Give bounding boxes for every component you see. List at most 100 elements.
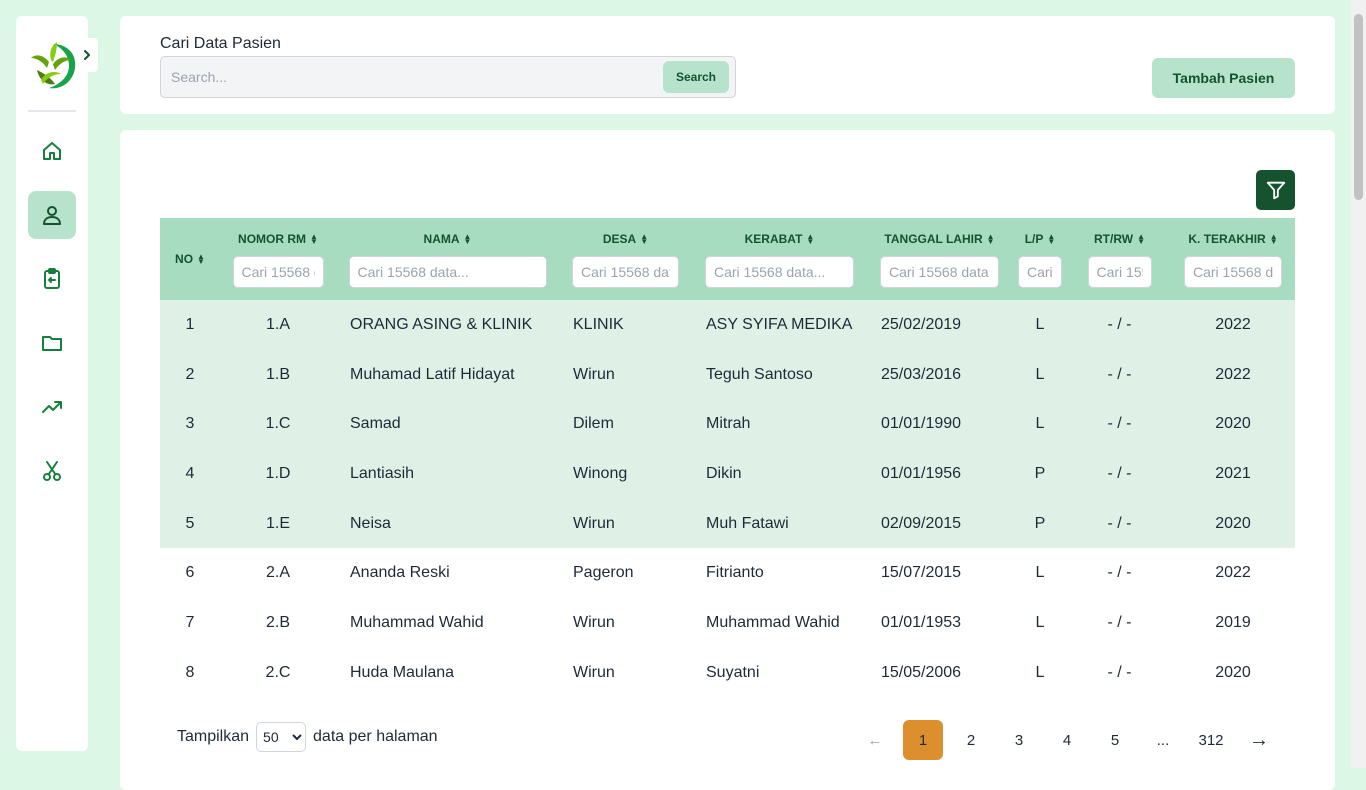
- filter-button[interactable]: [1256, 170, 1295, 210]
- sidebar: [16, 16, 98, 751]
- cell-lp: P: [1034, 514, 1046, 532]
- sidebar-divider: [28, 110, 76, 112]
- column-header-no[interactable]: NO ▲ ▼: [160, 218, 220, 300]
- page-button-5[interactable]: 5: [1095, 720, 1135, 760]
- cell-nama: ORANG ASING & KLINIK: [350, 315, 533, 333]
- sidebar-item-procedures[interactable]: [28, 447, 76, 495]
- table-row[interactable]: 4 1.D Lantiasih Winong Dikin 01/01/1956 …: [160, 449, 1295, 499]
- cell-kerabat: Muh Fatawi: [706, 514, 789, 532]
- cell-tanggal-lahir: 15/07/2015: [881, 564, 962, 582]
- sidebar-item-folder[interactable]: [28, 319, 76, 367]
- page-button-last[interactable]: 312: [1191, 720, 1231, 760]
- cell-rt-rw: - / -: [1107, 464, 1132, 482]
- column-label: KERABAT: [744, 232, 803, 246]
- column-label: DESA: [602, 232, 637, 246]
- cell-k-terakhir: 2020: [1215, 415, 1251, 433]
- cell-lp: L: [1035, 663, 1045, 681]
- sort-icon[interactable]: ▲ ▼: [464, 233, 472, 246]
- filter-input-lp[interactable]: [1018, 256, 1062, 288]
- cell-rt-rw: - / -: [1107, 663, 1132, 681]
- search-panel: Cari Data Pasien Search Tambah Pasien: [120, 16, 1335, 114]
- search-button[interactable]: Search: [663, 61, 729, 93]
- cell-no: 3: [185, 415, 195, 433]
- filter-input-rt-rw[interactable]: [1087, 256, 1152, 288]
- sort-icon[interactable]: ▲ ▼: [197, 253, 205, 266]
- search-input[interactable]: [161, 57, 651, 97]
- cell-tanggal-lahir: 25/03/2016: [881, 365, 962, 383]
- add-patient-button[interactable]: Tambah Pasien: [1152, 58, 1295, 98]
- filter-input-nama[interactable]: [348, 256, 547, 288]
- cell-tanggal-lahir: 02/09/2015: [881, 514, 962, 532]
- per-page-select[interactable]: 10 25 50 100: [256, 722, 307, 752]
- scissors-icon: [43, 461, 61, 481]
- column-header-lp[interactable]: L/P ▲ ▼: [1012, 218, 1068, 300]
- cell-k-terakhir: 2020: [1215, 514, 1251, 532]
- cell-nama: Ananda Reski: [350, 564, 450, 582]
- column-header-nama[interactable]: NAMA ▲ ▼: [336, 218, 559, 300]
- sidebar-toggle-button[interactable]: [76, 38, 98, 72]
- column-header-kerabat[interactable]: KERABAT ▲ ▼: [692, 218, 867, 300]
- clipboard-icon: [44, 268, 60, 289]
- cell-rt-rw: - / -: [1107, 514, 1132, 532]
- cell-lp: L: [1035, 315, 1045, 333]
- cell-nomor-rm: 2.B: [265, 613, 290, 631]
- sidebar-item-statistics[interactable]: [28, 383, 76, 431]
- cell-nomor-rm: 1.A: [265, 315, 290, 333]
- table-row[interactable]: 6 2.A Ananda Reski Pageron Fitrianto 15/…: [160, 548, 1295, 599]
- cell-desa: Wirun: [573, 365, 615, 383]
- sort-icon[interactable]: ▲ ▼: [987, 233, 995, 246]
- page-scrollbar[interactable]: [1351, 0, 1366, 768]
- table-row[interactable]: 2 1.B Muhamad Latif Hidayat Wirun Teguh …: [160, 349, 1295, 400]
- column-label: NOMOR RM: [238, 232, 307, 246]
- column-header-rt-rw[interactable]: RT/RW ▲ ▼: [1068, 218, 1171, 300]
- column-header-desa[interactable]: DESA ▲ ▼: [559, 218, 692, 300]
- column-header-k-terakhir[interactable]: K. TERAKHIR ▲ ▼: [1171, 218, 1295, 300]
- sidebar-item-home[interactable]: [28, 127, 76, 175]
- cell-desa: Winong: [573, 464, 628, 482]
- column-header-nomor-rm[interactable]: NOMOR RM ▲ ▼: [220, 218, 336, 300]
- prev-page-button[interactable]: ←: [855, 720, 895, 760]
- table-row[interactable]: 7 2.B Muhammad Wahid Wirun Muhammad Wahi…: [160, 598, 1295, 648]
- cell-no: 7: [185, 613, 195, 631]
- sort-icon[interactable]: ▲ ▼: [640, 233, 648, 246]
- scrollbar-thumb[interactable]: [1354, 14, 1363, 200]
- cell-tanggal-lahir: 01/01/1990: [881, 415, 962, 433]
- filter-input-kerabat[interactable]: [705, 256, 854, 288]
- table-header-row: NO▲▼ NOMOR RM▲▼ NAMA▲▼ DESA▲▼ KERABAT▲▼: [160, 218, 1295, 300]
- sort-icon[interactable]: ▲ ▼: [1047, 233, 1055, 246]
- cell-no: 8: [185, 663, 195, 681]
- page-button-1[interactable]: 1: [903, 720, 943, 760]
- sort-icon[interactable]: ▲ ▼: [1270, 233, 1278, 246]
- filter-input-nomor-rm[interactable]: [232, 256, 324, 288]
- next-page-button[interactable]: →: [1239, 720, 1279, 760]
- page-button-2[interactable]: 2: [951, 720, 991, 760]
- table-row[interactable]: 8 2.C Huda Maulana Wirun Suyatni 15/05/2…: [160, 647, 1295, 698]
- filter-input-k-terakhir[interactable]: [1184, 256, 1282, 288]
- column-header-tanggal-lahir[interactable]: TANGGAL LAHIR ▲ ▼: [867, 218, 1012, 300]
- filter-input-desa[interactable]: [572, 256, 679, 288]
- sort-icon[interactable]: ▲ ▼: [1137, 233, 1145, 246]
- cell-tanggal-lahir: 01/01/1956: [881, 464, 962, 482]
- column-label: RT/RW: [1093, 232, 1134, 246]
- sort-icon[interactable]: ▲ ▼: [806, 233, 814, 246]
- column-label: L/P: [1024, 232, 1044, 246]
- app-logo: [27, 40, 77, 92]
- sort-icon[interactable]: ▲ ▼: [310, 233, 318, 246]
- table-row[interactable]: 5 1.E Neisa Wirun Muh Fatawi 02/09/2015 …: [160, 498, 1295, 549]
- cell-k-terakhir: 2022: [1215, 365, 1251, 383]
- table-row[interactable]: 3 1.C Samad Dilem Mitrah 01/01/1990 L - …: [160, 399, 1295, 450]
- table-row[interactable]: 1 1.A ORANG ASING & KLINIK KLINIK ASY SY…: [160, 300, 1295, 350]
- filter-input-tanggal-lahir[interactable]: [880, 256, 999, 288]
- cell-no: 2: [185, 365, 195, 383]
- sidebar-item-clipboard[interactable]: [28, 255, 76, 303]
- sidebar-item-patients[interactable]: [28, 191, 76, 239]
- cell-nomor-rm: 1.D: [265, 464, 291, 482]
- cell-no: 4: [185, 464, 195, 482]
- page-button-4[interactable]: 4: [1047, 720, 1087, 760]
- cell-nomor-rm: 1.E: [265, 514, 290, 532]
- pagination: ← 1 2 3 4 5 ... 312 →: [855, 720, 1279, 760]
- cell-nama: Muhamad Latif Hidayat: [350, 365, 515, 383]
- cell-kerabat: Mitrah: [706, 415, 751, 433]
- cell-nomor-rm: 2.A: [265, 564, 290, 582]
- page-button-3[interactable]: 3: [999, 720, 1039, 760]
